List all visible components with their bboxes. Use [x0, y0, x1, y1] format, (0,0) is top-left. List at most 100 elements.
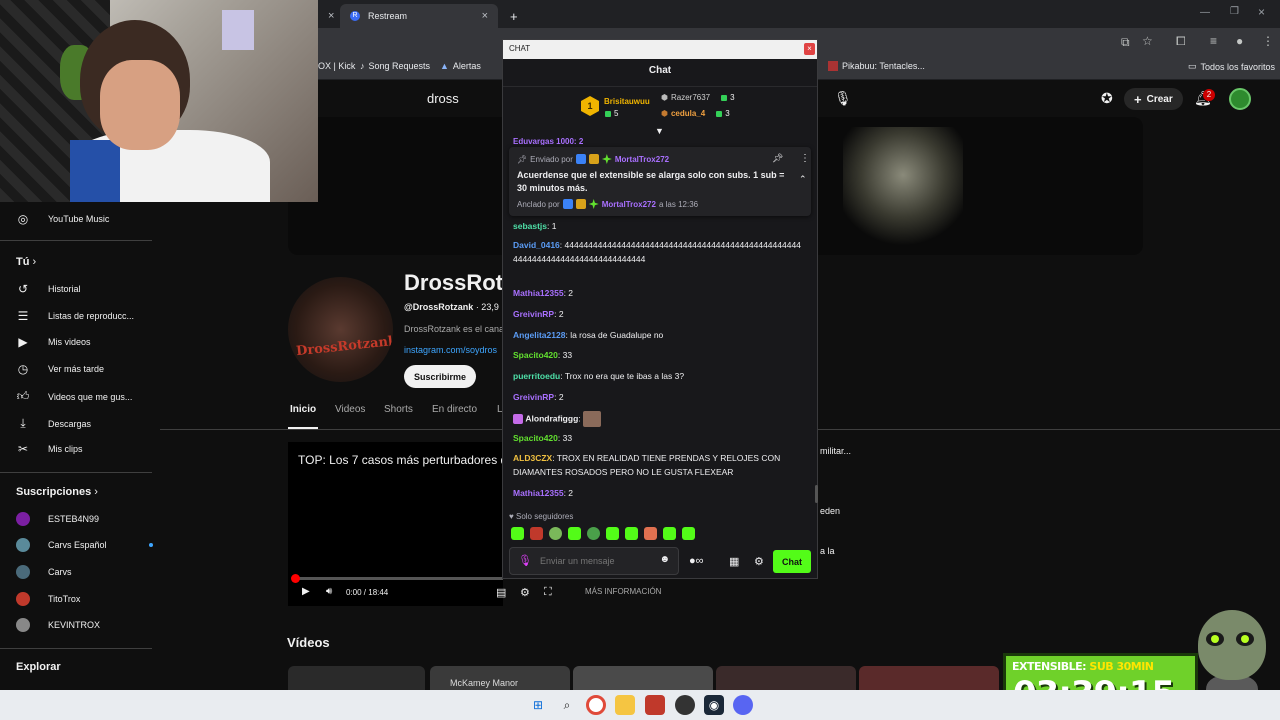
sidebar-sub-carvs[interactable]: Carvs [16, 565, 72, 579]
tab-live[interactable]: En directo [432, 404, 477, 415]
search-input[interactable]: dross [415, 86, 505, 112]
chat-window[interactable]: CHAT × Chat 1 Brisitauwuu 5 ⬢ Razer7637 3 … [502, 39, 818, 579]
bookmark-pikabuu[interactable]: Pikabuu: Tentacles... [828, 61, 925, 71]
emote-icon[interactable] [663, 527, 676, 540]
extensions-icon[interactable]: ⧠ [1176, 34, 1186, 49]
close-window-icon[interactable]: × [1258, 5, 1265, 19]
bookmark-song-requests[interactable]: ♪ Song Requests [360, 61, 430, 71]
chat-send-button[interactable]: Chat [773, 550, 811, 573]
sidebar-sub-esteb4n99[interactable]: ESTEB4N99 [16, 512, 99, 526]
leaderboard-second[interactable]: ⬢ Razer7637 3 [661, 93, 735, 102]
emote-icon[interactable] [682, 527, 695, 540]
progress-handle[interactable] [291, 574, 300, 583]
chat-window-titlebar[interactable]: CHAT × [503, 40, 817, 59]
emote-icon[interactable] [644, 527, 657, 540]
leaderboard-first[interactable]: Brisitauwuu [604, 97, 650, 106]
emoji-icon[interactable]: ☻ [659, 554, 670, 565]
new-tab-button[interactable]: + [500, 4, 528, 28]
microphone-icon[interactable]: 🎙︎ [834, 90, 852, 107]
tab-videos[interactable]: Videos [335, 404, 365, 415]
subtitles-icon[interactable]: ▤ [496, 586, 506, 599]
settings-icon[interactable]: ⚙ [520, 586, 530, 599]
sidebar-item-my-videos[interactable]: ▶ Mis videos [16, 335, 90, 349]
maximize-icon[interactable]: ❐ [1230, 6, 1239, 17]
sidebar-item-watch-later[interactable]: ◷ Ver más tarde [16, 362, 104, 376]
sidebar-subscriptions-heading[interactable]: Suscripciones › [16, 486, 98, 498]
sidebar-sub-titotrox[interactable]: TitoTrox [16, 592, 80, 606]
points-icon[interactable]: ●∞ [689, 555, 704, 567]
more-info-link[interactable]: MÁS INFORMACIÓN [585, 587, 661, 596]
sidebar-item-playlists[interactable]: ☰ Listas de reproducc... [16, 309, 134, 323]
windows-start-icon[interactable]: ⊞ [528, 695, 548, 715]
discord-icon[interactable] [733, 695, 753, 715]
sidebar-sub-kevintrox[interactable]: KEVINTROX [16, 618, 100, 632]
emote-icon[interactable] [549, 527, 562, 540]
music-circle-icon: ◎ [17, 212, 29, 226]
play-icon[interactable]: ▶ [302, 586, 310, 597]
microphone-icon[interactable]: 🎙︎ [518, 554, 532, 567]
chat-scrollbar[interactable] [815, 485, 818, 503]
pin-icon[interactable]: 📌︎ [772, 153, 783, 164]
sidebar-item-history[interactable]: ↺ Historial [16, 282, 81, 296]
sidebar-you-heading[interactable]: Tú › [16, 256, 36, 268]
chat-message-input[interactable] [540, 553, 655, 569]
subscribe-button[interactable]: Suscribirme [404, 365, 476, 388]
channel-description[interactable]: DrossRotzank es el cana [404, 324, 502, 334]
emote-icon[interactable] [568, 527, 581, 540]
app-icon[interactable] [645, 695, 665, 715]
browser-tab-restream[interactable]: R Restream × [340, 4, 498, 28]
tab-shorts[interactable]: Shorts [384, 404, 413, 415]
emote-icon[interactable] [606, 527, 619, 540]
fullscreen-icon[interactable]: ⛶ [544, 586, 552, 599]
steam-icon[interactable]: ◉ [704, 695, 724, 715]
bookmark-alertas[interactable]: ▲ Alertas [440, 61, 481, 71]
obs-icon[interactable] [675, 695, 695, 715]
progress-bar[interactable] [294, 577, 503, 580]
sidebar-item-liked[interactable]: 👍︎ Videos que me gus... [16, 389, 133, 404]
video-title[interactable]: TOP: Los 7 casos más perturbadores d [298, 453, 503, 467]
folder-icon[interactable] [615, 695, 635, 715]
cast-icon[interactable]: ⧉ [1121, 35, 1130, 50]
emote-icon[interactable] [511, 527, 524, 540]
pinned-message[interactable]: 📌︎ Enviado por MortalTrox272 📌︎ ⋮ Acuerde… [509, 147, 811, 216]
more-options-icon[interactable]: ⋮ [800, 153, 810, 164]
leaderboard-third[interactable]: ⬢ cedula_4 3 [661, 109, 730, 118]
sidebar-item-clips[interactable]: ✂ Mis clips [16, 442, 83, 456]
account-avatar[interactable] [1229, 88, 1251, 110]
expand-icon[interactable]: ▼ [655, 126, 664, 136]
bookmark-all-favorites[interactable]: ▭ Todos los favoritos [1188, 61, 1275, 72]
sidebar-item-downloads[interactable]: ⤓ Descargas [16, 416, 91, 431]
playlist-icon: ☰ [17, 309, 29, 323]
sidebar-item-youtube-music[interactable]: ◎ YouTube Music [16, 212, 110, 226]
collapse-icon[interactable]: ⌃ [799, 174, 807, 185]
star-icon[interactable]: ☆ [1142, 34, 1153, 48]
emote-icon[interactable] [530, 527, 543, 540]
menu-icon[interactable]: ⋮ [1262, 34, 1274, 48]
video-thumbnail[interactable]: McKamey Manor [430, 666, 570, 690]
close-icon[interactable]: × [482, 10, 488, 22]
emote-icon[interactable] [587, 527, 600, 540]
video-thumbnail[interactable] [573, 666, 713, 690]
search-icon[interactable]: ⌕ [557, 695, 577, 715]
emote-icon[interactable] [625, 527, 638, 540]
close-icon[interactable]: × [804, 43, 815, 55]
store-icon[interactable]: ▦ [729, 555, 739, 568]
gamepad-icon[interactable]: ✪ [1101, 90, 1113, 107]
bookmark-kick[interactable]: OX | Kick [318, 61, 355, 71]
video-thumbnail[interactable] [716, 666, 856, 690]
tab-inicio[interactable]: Inicio [290, 404, 316, 415]
video-player[interactable]: TOP: Los 7 casos más perturbadores d ▶ 🔊… [288, 442, 503, 606]
minimize-icon[interactable]: — [1200, 7, 1210, 18]
create-button[interactable]: + Crear [1124, 88, 1183, 110]
sidebar-sub-carvs-espanol[interactable]: Carvs Español [16, 538, 153, 552]
close-icon[interactable]: × [328, 10, 334, 22]
profile-icon[interactable]: ● [1236, 34, 1243, 48]
chrome-icon[interactable] [586, 695, 606, 715]
volume-icon[interactable]: 🔊︎ [326, 586, 332, 597]
video-thumbnail[interactable] [288, 666, 425, 690]
channel-link[interactable]: instagram.com/soydros [404, 345, 502, 355]
media-icon[interactable]: ≡ [1210, 34, 1217, 48]
video-thumbnail[interactable] [859, 666, 999, 690]
settings-icon[interactable]: ⚙ [754, 555, 764, 568]
chat-input-box[interactable]: 🎙︎ ☻ [509, 547, 679, 575]
